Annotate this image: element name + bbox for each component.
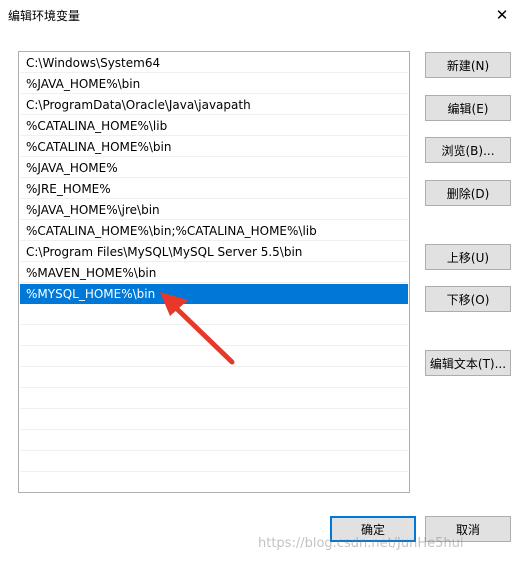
list-item[interactable]: %CATALINA_HOME%\bin;%CATALINA_HOME%\lib — [20, 221, 408, 241]
list-item-empty[interactable] — [20, 368, 408, 388]
browse-button[interactable]: 浏览(B)... — [425, 137, 511, 163]
title-bar: 编辑环境变量 ✕ — [0, 0, 525, 30]
window-title: 编辑环境变量 — [8, 9, 81, 23]
list-item[interactable]: C:\Program Files\MySQL\MySQL Server 5.5\… — [20, 242, 408, 262]
list-item-empty[interactable] — [20, 326, 408, 346]
edit-text-button[interactable]: 编辑文本(T)... — [425, 350, 511, 376]
move-up-button[interactable]: 上移(U) — [425, 244, 511, 270]
list-item[interactable]: %JAVA_HOME%\bin — [20, 74, 408, 94]
list-item[interactable]: %JRE_HOME% — [20, 179, 408, 199]
delete-button[interactable]: 删除(D) — [425, 180, 511, 206]
list-item[interactable]: %MAVEN_HOME%\bin — [20, 263, 408, 283]
list-item-empty[interactable] — [20, 452, 408, 472]
list-item[interactable]: C:\Windows\System64 — [20, 53, 408, 73]
list-item-empty[interactable] — [20, 431, 408, 451]
close-icon[interactable]: ✕ — [479, 0, 525, 30]
list-item-empty[interactable] — [20, 410, 408, 430]
path-list[interactable]: C:\Windows\System64 %JAVA_HOME%\bin C:\P… — [18, 51, 410, 493]
list-item[interactable]: C:\ProgramData\Oracle\Java\javapath — [20, 95, 408, 115]
list-item-empty[interactable] — [20, 389, 408, 409]
move-down-button[interactable]: 下移(O) — [425, 286, 511, 312]
new-button[interactable]: 新建(N) — [425, 52, 511, 78]
watermark: https://blog.csdn.net/JunHe5hui — [258, 536, 464, 551]
list-item-selected[interactable]: %MYSQL_HOME%\bin — [20, 284, 408, 304]
list-item-empty[interactable] — [20, 347, 408, 367]
edit-button[interactable]: 编辑(E) — [425, 95, 511, 121]
list-item[interactable]: %JAVA_HOME% — [20, 158, 408, 178]
list-item[interactable]: %JAVA_HOME%\jre\bin — [20, 200, 408, 220]
list-item[interactable]: %CATALINA_HOME%\bin — [20, 137, 408, 157]
list-item[interactable]: %CATALINA_HOME%\lib — [20, 116, 408, 136]
list-item-empty[interactable] — [20, 305, 408, 325]
